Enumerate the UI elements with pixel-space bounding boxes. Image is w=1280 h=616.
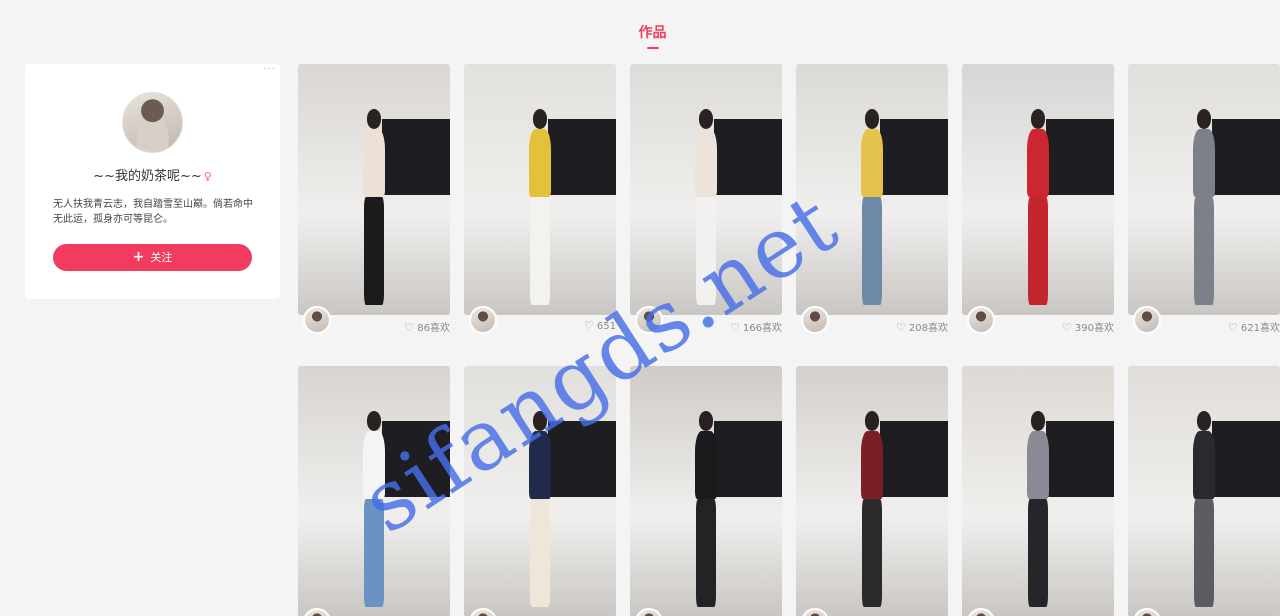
profile-card: ··· ~~我的奶茶呢~~ ♀ 无人扶我青云志，我自踏雪至山巅。倘若命中无此运，孤… xyxy=(25,64,280,299)
video-thumbnail[interactable] xyxy=(1128,366,1280,616)
like-count: ♡ 621喜欢 xyxy=(1228,319,1280,334)
like-count-text: 86喜欢 xyxy=(417,323,450,334)
author-avatar[interactable] xyxy=(469,306,497,334)
thumbnail-figure xyxy=(356,109,392,305)
video-card[interactable]: ♡ xyxy=(796,366,948,616)
figure-top xyxy=(1193,430,1215,500)
video-card[interactable]: ♡ xyxy=(962,366,1114,616)
video-thumbnail[interactable] xyxy=(1128,64,1280,315)
thumbnail-figure xyxy=(688,411,724,607)
figure-bottom xyxy=(529,197,551,305)
video-thumbnail[interactable] xyxy=(298,64,450,315)
figure-bottom xyxy=(1193,499,1215,607)
figure-head xyxy=(366,411,382,431)
thumbnail-figure xyxy=(1020,411,1056,607)
female-gender-icon: ♀ xyxy=(203,170,212,183)
like-count: ♡ 86喜欢 xyxy=(404,319,450,334)
figure-top xyxy=(861,430,883,500)
heart-icon[interactable]: ♡ xyxy=(1228,321,1238,334)
tab-active-indicator xyxy=(646,47,659,49)
figure-top xyxy=(861,128,883,198)
profile-avatar[interactable] xyxy=(122,92,183,153)
figure-head xyxy=(366,109,382,129)
thumbnail-figure xyxy=(1186,411,1222,607)
figure-head xyxy=(698,109,714,129)
figure-head xyxy=(1196,411,1212,431)
tab-works[interactable]: 作品 xyxy=(638,22,667,49)
follow-button[interactable]: + 关注 xyxy=(53,244,252,271)
plus-icon: + xyxy=(132,249,145,265)
figure-bottom xyxy=(861,197,883,305)
thumbnail-figure xyxy=(854,411,890,607)
author-avatar[interactable] xyxy=(1133,306,1161,334)
author-avatar[interactable] xyxy=(303,306,331,334)
thumbnail-figure xyxy=(854,109,890,305)
video-meta: ♡ 208喜欢 xyxy=(796,306,948,340)
figure-head xyxy=(1030,411,1046,431)
thumbnail-figure xyxy=(1186,109,1222,305)
works-tab-header: 作品 xyxy=(0,22,1280,49)
figure-bottom xyxy=(529,499,551,607)
video-thumbnail[interactable] xyxy=(962,366,1114,616)
like-count: ♡ 208喜欢 xyxy=(896,319,948,334)
figure-top xyxy=(695,430,717,500)
heart-icon[interactable]: ♡ xyxy=(896,321,906,334)
figure-head xyxy=(1030,109,1046,129)
author-avatar[interactable] xyxy=(967,306,995,334)
video-thumbnail[interactable] xyxy=(962,64,1114,315)
video-meta: ♡ 390喜欢 xyxy=(962,306,1114,340)
profile-bio: 无人扶我青云志，我自踏雪至山巅。倘若命中无此运，孤身亦可等昆仑。 xyxy=(53,199,253,225)
video-card[interactable]: ♡ 390喜欢 xyxy=(962,64,1114,340)
heart-icon[interactable]: ♡ xyxy=(1062,321,1072,334)
like-count-text: 390喜欢 xyxy=(1074,323,1114,334)
figure-head xyxy=(532,109,548,129)
heart-icon[interactable]: ♡ xyxy=(404,321,414,334)
figure-bottom xyxy=(1027,197,1049,305)
follow-button-label: 关注 xyxy=(150,251,173,264)
profile-nickname: ~~我的奶茶呢~~ ♀ xyxy=(25,165,280,184)
video-card[interactable]: ♡ 621喜欢 xyxy=(1128,64,1280,340)
figure-bottom xyxy=(861,499,883,607)
like-count-text: 208喜欢 xyxy=(908,323,948,334)
figure-bottom xyxy=(363,197,385,305)
figure-head xyxy=(864,411,880,431)
figure-bottom xyxy=(1193,197,1215,305)
figure-top xyxy=(363,128,385,198)
video-thumbnail[interactable] xyxy=(464,64,616,315)
video-card[interactable]: ♡ xyxy=(1128,366,1280,616)
figure-top xyxy=(695,128,717,198)
figure-top xyxy=(1027,128,1049,198)
video-card[interactable]: ♡ xyxy=(630,366,782,616)
figure-bottom xyxy=(1027,499,1049,607)
figure-head xyxy=(698,411,714,431)
video-meta: ♡ 86喜欢 xyxy=(298,306,450,340)
video-card[interactable]: ♡ 86喜欢 xyxy=(298,64,450,340)
video-thumbnail[interactable] xyxy=(630,366,782,616)
like-count-text: 621喜欢 xyxy=(1240,323,1280,334)
tab-works-label: 作品 xyxy=(638,25,667,41)
figure-top xyxy=(1193,128,1215,198)
figure-top xyxy=(529,128,551,198)
video-thumbnail[interactable] xyxy=(796,366,948,616)
figure-head xyxy=(864,109,880,129)
thumbnail-figure xyxy=(522,109,558,305)
figure-head xyxy=(1196,109,1212,129)
video-card[interactable]: ♡ 651 xyxy=(464,64,616,340)
video-meta: ♡ 621喜欢 xyxy=(1128,306,1280,340)
like-count: ♡ 390喜欢 xyxy=(1062,319,1114,334)
figure-top xyxy=(1027,430,1049,500)
author-avatar[interactable] xyxy=(801,306,829,334)
more-icon[interactable]: ··· xyxy=(263,64,276,75)
nickname-text: ~~我的奶茶呢~~ xyxy=(93,169,202,184)
thumbnail-figure xyxy=(1020,109,1056,305)
figure-bottom xyxy=(695,499,717,607)
